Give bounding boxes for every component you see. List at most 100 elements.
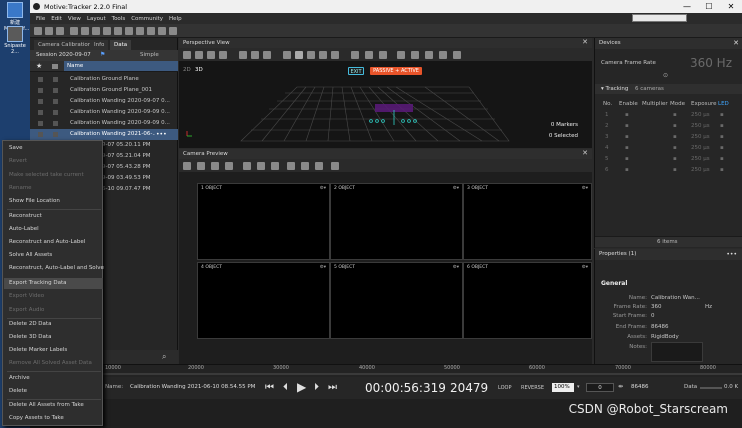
close-button[interactable]: ✕ (720, 0, 742, 13)
zoom-fit-icon[interactable] (263, 51, 271, 59)
menu-item-reconstruct-auto-label[interactable]: Reconstruct and Auto-Label (9, 239, 103, 245)
take-row[interactable]: Calibration Wanding 2020-09-09 0... (30, 107, 178, 118)
open-icon[interactable] (45, 27, 53, 35)
device-row[interactable]: 1 ▪ ▪ 250 µs ▪ (595, 110, 742, 120)
draw-icon[interactable] (287, 162, 295, 170)
menu-layout[interactable]: Layout (87, 16, 106, 22)
menu-item-delete-2d[interactable]: Delete 2D Data (9, 321, 103, 327)
prop-name-value[interactable]: Calibration Wan... (651, 295, 700, 301)
take-checkbox[interactable] (38, 132, 43, 137)
flag-icon[interactable]: ⚑ (100, 51, 105, 58)
camera-cell[interactable]: 2 OBJECT ⚙▾ (330, 183, 463, 260)
menu-item-delete-3d[interactable]: Delete 3D Data (9, 334, 103, 340)
tab-data[interactable]: Data (110, 40, 132, 50)
menu-help[interactable]: Help (169, 16, 182, 22)
mask-icon[interactable] (315, 162, 323, 170)
3d-viewport[interactable]: 2D 3D EXIT PASSIVE + ACTIVE 0 Markers 0 … (179, 61, 592, 148)
range-icon[interactable]: ⇹ (618, 383, 623, 390)
notes-field[interactable] (651, 342, 703, 362)
device-row[interactable]: 4 ▪ ▪ 250 µs ▪ (595, 143, 742, 153)
gear-icon[interactable]: ⚙▾ (320, 186, 326, 191)
take-checkbox[interactable] (38, 99, 43, 104)
menu-item-show-file-location[interactable]: Show File Location (9, 198, 103, 204)
data-icon[interactable] (114, 27, 122, 35)
camera-icon[interactable] (81, 27, 89, 35)
desktop-icon-snipaste[interactable]: Snipaste 2... (4, 26, 26, 55)
close-panel-icon[interactable]: ✕ (582, 38, 588, 46)
frame-rate-value[interactable]: 360 Hz (690, 56, 732, 70)
scale-icon[interactable] (319, 51, 327, 59)
name-column-header[interactable]: Name (64, 61, 178, 71)
marker-icon[interactable] (351, 51, 359, 59)
step-forward-icon[interactable]: ⏵ (314, 382, 319, 393)
menu-item-save[interactable]: Save (9, 145, 103, 151)
properties-icon[interactable] (147, 27, 155, 35)
erase-icon[interactable] (301, 162, 309, 170)
tab-info[interactable]: Info (90, 40, 109, 50)
device-row[interactable]: 5 ▪ ▪ 250 µs ▪ (595, 154, 742, 164)
take-checkbox[interactable] (38, 77, 43, 82)
view-mode-select[interactable]: Simple (140, 52, 159, 58)
close-panel-icon[interactable]: ✕ (582, 149, 588, 157)
menu-view[interactable]: View (68, 16, 81, 22)
device-row[interactable]: 6 ▪ ▪ 250 µs ▪ (595, 165, 742, 175)
play-icon[interactable]: ▶ (297, 380, 306, 394)
local-icon[interactable] (331, 51, 339, 59)
menu-item-auto-label[interactable]: Auto-Label (9, 226, 103, 232)
menu-item-reconstruct[interactable]: Reconstruct (9, 213, 103, 219)
take-row[interactable]: Calibration Wanding 2020-09-07 0... (30, 96, 178, 107)
camera-view-icon[interactable] (195, 51, 203, 59)
chevron-down-icon[interactable]: ▾ (577, 384, 580, 390)
save-icon[interactable] (56, 27, 64, 35)
zoom-in-icon[interactable] (197, 162, 205, 170)
menu-item-reconstruct-label-solve[interactable]: Reconstruct, Auto-Label and Solve (9, 265, 104, 271)
take-checkbox[interactable] (38, 88, 43, 93)
menu-item-export-tracking-data[interactable]: Export Tracking Data (9, 280, 103, 286)
builder-icon[interactable] (136, 27, 144, 35)
take-row[interactable]: Calibration Ground Plane_001 (30, 85, 178, 96)
session-bar[interactable]: Session 2020-09-07 ⚑ Simple (30, 50, 178, 61)
wand-icon[interactable] (379, 51, 387, 59)
timeline-track[interactable] (103, 373, 742, 375)
tab-camera-calibration[interactable]: Camera Calibration (34, 40, 96, 50)
streaming-icon[interactable] (158, 27, 166, 35)
menu-item-delete[interactable]: Delete (9, 388, 103, 394)
prop-end-value[interactable]: 86486 (651, 324, 669, 330)
pan-icon[interactable] (243, 162, 251, 170)
prop-start-value[interactable]: 0 (651, 313, 655, 319)
menu-item-archive[interactable]: Archive (9, 375, 103, 381)
minimize-button[interactable]: — (676, 0, 698, 13)
camera-cell[interactable]: 6 OBJECT ⚙▾ (463, 262, 592, 339)
zoom-out-icon[interactable] (211, 162, 219, 170)
pivot-icon[interactable] (219, 51, 227, 59)
labels-icon[interactable] (425, 51, 433, 59)
take-row[interactable]: Calibration Ground Plane (30, 74, 178, 85)
layers-icon[interactable] (411, 51, 419, 59)
camera-cell[interactable]: 4 OBJECT ⚙▾ (197, 262, 330, 339)
tracking-group[interactable]: ▾ Tracking 6 cameras (595, 84, 742, 94)
reverse-button[interactable]: REVERSE (521, 385, 544, 391)
expand-icon[interactable]: ⊙ (663, 72, 668, 79)
eye-icon[interactable] (331, 162, 339, 170)
more-options-icon[interactable]: ••• (156, 129, 167, 140)
end-frame-value[interactable]: 86486 (631, 384, 649, 390)
stop-icon[interactable] (271, 162, 279, 170)
maximize-button[interactable]: ☐ (698, 0, 720, 13)
menu-item-delete-marker-labels[interactable]: Delete Marker Labels (9, 347, 103, 353)
loop-button[interactable]: LOOP (498, 385, 512, 391)
camera-cell[interactable]: 3 OBJECT ⚙▾ (463, 183, 592, 260)
select-icon[interactable] (283, 51, 291, 59)
move-icon[interactable] (295, 51, 303, 59)
tracks-icon[interactable] (439, 51, 447, 59)
device-row[interactable]: 3 ▪ ▪ 250 µs ▪ (595, 132, 742, 142)
menu-item-copy-assets[interactable]: Copy Assets to Take (9, 415, 103, 421)
menu-item-solve-all-assets[interactable]: Solve All Assets (9, 252, 103, 258)
menu-item-delete-all-assets[interactable]: Delete All Assets from Take (9, 402, 103, 408)
prop-framerate-value[interactable]: 360 (651, 304, 662, 310)
speed-select[interactable]: 100% (552, 383, 574, 392)
eye-icon[interactable] (397, 51, 405, 59)
gear-icon[interactable]: ⚙▾ (582, 186, 588, 191)
new-icon[interactable] (34, 27, 42, 35)
mask-icon[interactable] (365, 51, 373, 59)
rotate-icon[interactable] (307, 51, 315, 59)
